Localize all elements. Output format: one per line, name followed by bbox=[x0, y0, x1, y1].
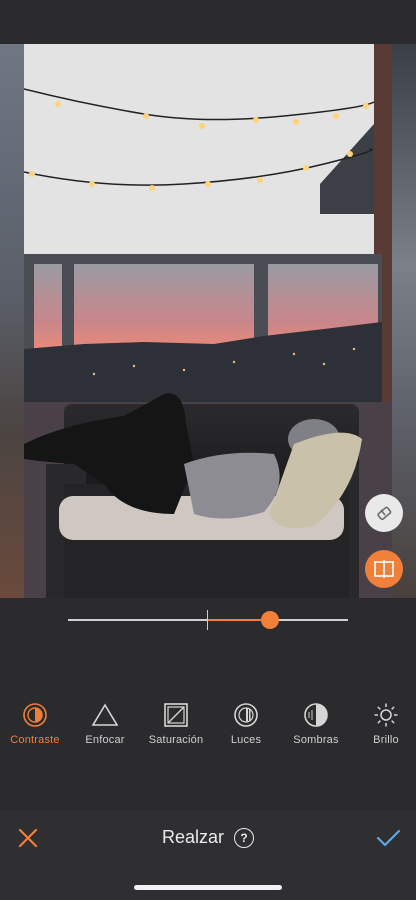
slider-thumb[interactable] bbox=[260, 611, 279, 629]
slider-zero-mark bbox=[207, 610, 208, 630]
tool-label: Sombras bbox=[293, 734, 339, 746]
tool-label: Saturación bbox=[148, 734, 204, 746]
tool-sombras[interactable]: Sombras bbox=[276, 700, 356, 746]
tool-bar: Contraste Enfocar Saturación Luces Sombras Br… bbox=[0, 700, 416, 750]
tool-contraste[interactable]: Contraste bbox=[0, 700, 75, 746]
photo-illustration bbox=[24, 44, 392, 598]
adjustment-slider[interactable] bbox=[68, 605, 348, 635]
tool-label: Enfocar bbox=[85, 734, 125, 746]
contrast-icon bbox=[20, 700, 50, 730]
tool-saturacion[interactable]: Saturación bbox=[136, 700, 216, 746]
tool-enfocar[interactable]: Enfocar bbox=[65, 700, 145, 746]
brightness-icon bbox=[371, 700, 401, 730]
shadows-icon bbox=[301, 700, 331, 730]
eraser-button[interactable] bbox=[365, 494, 403, 532]
edited-photo bbox=[24, 44, 392, 598]
tool-brillo[interactable]: Brillo bbox=[346, 700, 416, 746]
compare-icon bbox=[374, 560, 394, 578]
saturation-icon bbox=[161, 700, 191, 730]
photo-canvas[interactable] bbox=[0, 44, 416, 598]
tool-label: Brillo bbox=[373, 734, 399, 746]
help-icon[interactable]: ? bbox=[234, 827, 255, 848]
tool-label: Luces bbox=[230, 734, 262, 746]
photo-blur-left bbox=[0, 44, 24, 598]
tool-label: Contraste bbox=[10, 734, 60, 746]
compare-button[interactable] bbox=[365, 550, 403, 588]
screen-title-text: Realzar bbox=[161, 827, 225, 847]
confirm-button[interactable] bbox=[374, 826, 402, 850]
checkmark-icon bbox=[376, 829, 401, 847]
sharpen-icon bbox=[90, 700, 120, 730]
eraser-icon bbox=[377, 506, 392, 521]
highlights-icon bbox=[231, 700, 261, 730]
status-bar bbox=[0, 0, 416, 44]
tool-luces[interactable]: Luces bbox=[206, 700, 286, 746]
screen-title: Realzar ? bbox=[0, 827, 416, 848]
home-indicator bbox=[134, 885, 282, 890]
